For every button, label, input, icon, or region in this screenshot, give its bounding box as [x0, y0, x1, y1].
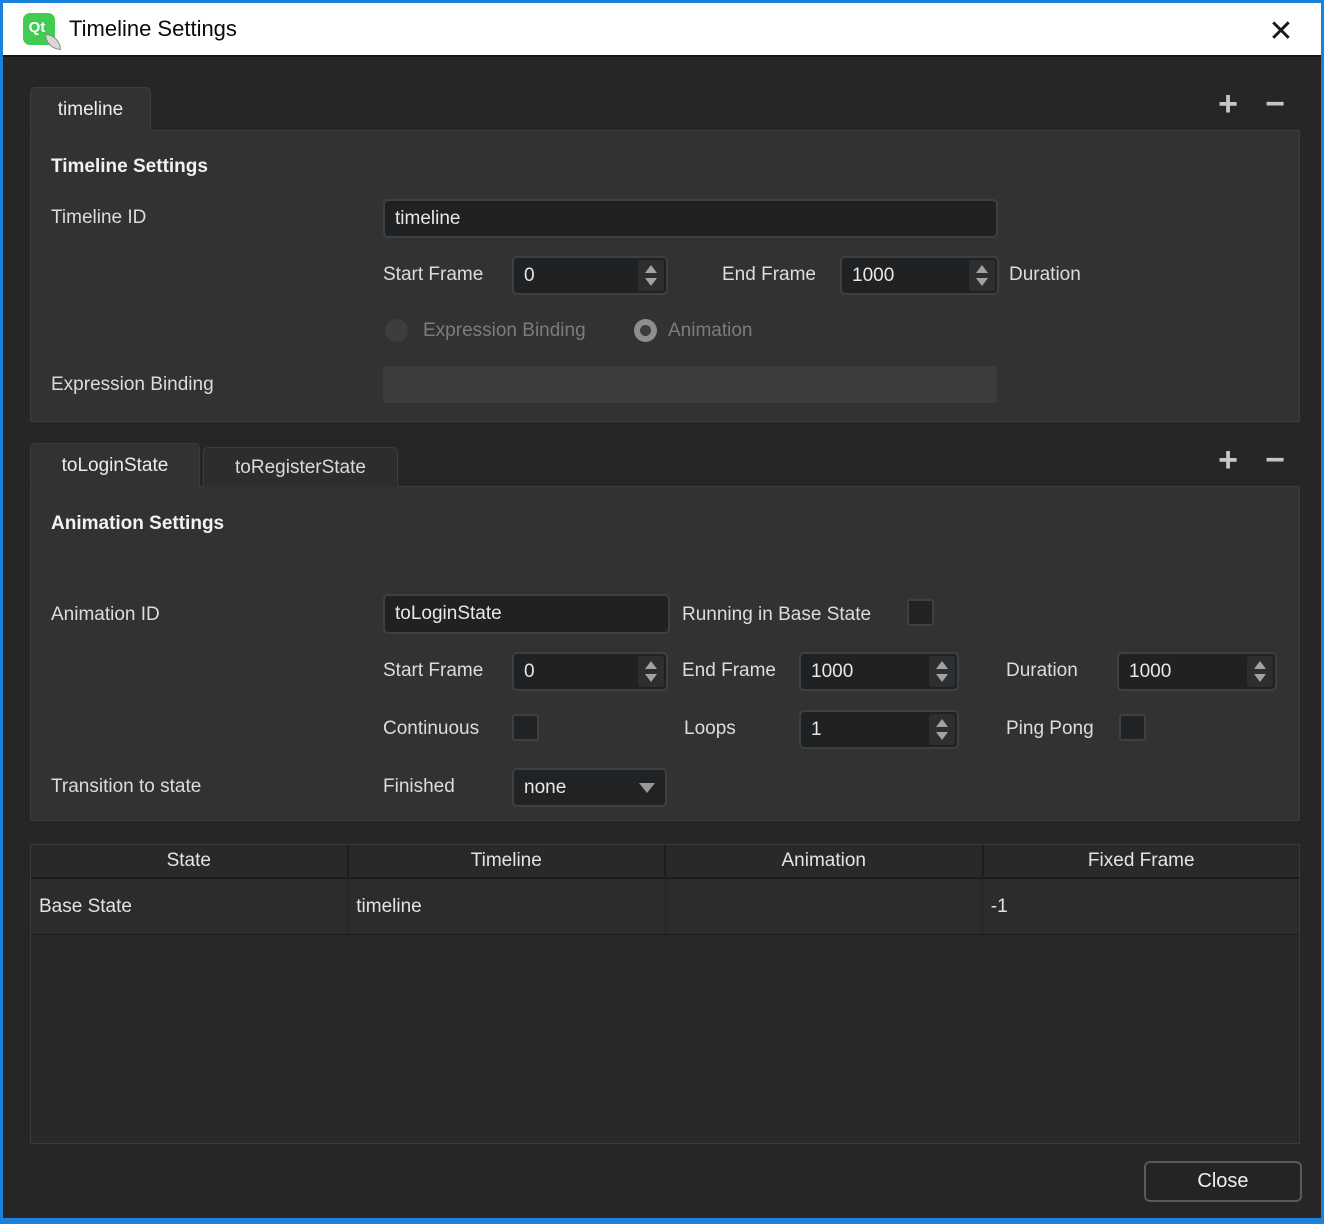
- loops-value: 1: [801, 712, 927, 747]
- spin-up-icon[interactable]: [936, 719, 948, 727]
- animation-settings-panel: Animation Settings Animation ID Running …: [30, 486, 1300, 821]
- animation-id-label: Animation ID: [51, 604, 160, 626]
- loops-spinbox[interactable]: 1: [799, 710, 959, 749]
- spin-down-icon[interactable]: [645, 674, 657, 682]
- expression-binding-label: Expression Binding: [51, 374, 214, 396]
- close-button[interactable]: Close: [1144, 1161, 1302, 1202]
- cell-animation[interactable]: [666, 879, 983, 934]
- start-frame-spinbox[interactable]: 0: [512, 256, 668, 295]
- spin-down-icon[interactable]: [976, 278, 988, 286]
- timeline-settings-heading: Timeline Settings: [51, 156, 208, 178]
- anim-start-frame-label: Start Frame: [383, 660, 483, 682]
- qt-logo-text: Qt: [29, 19, 46, 36]
- cell-state[interactable]: Base State: [31, 879, 348, 934]
- column-header-fixed-frame[interactable]: Fixed Frame: [984, 845, 1300, 877]
- animation-remove-button[interactable]: −: [1253, 441, 1297, 481]
- animation-id-input[interactable]: [383, 594, 670, 634]
- spin-down-icon[interactable]: [936, 674, 948, 682]
- anim-duration-spin-buttons[interactable]: [1247, 656, 1273, 687]
- spin-down-icon[interactable]: [645, 278, 657, 286]
- cell-timeline[interactable]: timeline: [348, 879, 665, 934]
- end-frame-spinbox[interactable]: 1000: [840, 256, 999, 295]
- anim-start-frame-value: 0: [514, 654, 636, 689]
- finished-dropdown[interactable]: none: [512, 768, 667, 807]
- window-close-icon[interactable]: ✕: [1261, 11, 1301, 51]
- loops-label: Loops: [684, 718, 736, 740]
- qt-leaf-icon: [45, 34, 61, 50]
- anim-end-frame-spin-buttons[interactable]: [929, 656, 955, 687]
- table-row[interactable]: Base State timeline -1: [31, 879, 1299, 935]
- start-frame-spin-buttons[interactable]: [638, 260, 664, 291]
- animation-radio[interactable]: [634, 319, 657, 342]
- finished-dropdown-value: none: [514, 777, 639, 799]
- tab-timeline[interactable]: timeline: [30, 87, 151, 131]
- state-table: State Timeline Animation Fixed Frame Bas…: [30, 844, 1300, 1144]
- column-header-state[interactable]: State: [31, 845, 349, 877]
- timeline-remove-button[interactable]: −: [1253, 85, 1297, 125]
- continuous-label: Continuous: [383, 718, 479, 740]
- running-in-base-state-checkbox[interactable]: [907, 599, 934, 626]
- anim-duration-label: Duration: [1006, 660, 1078, 682]
- duration-label: Duration: [1009, 264, 1081, 286]
- title-bar: Qt Timeline Settings ✕: [3, 3, 1321, 57]
- qt-design-studio-icon: Qt: [23, 13, 55, 45]
- cell-fixed-frame[interactable]: -1: [983, 879, 1299, 934]
- animation-radio-label: Animation: [668, 320, 753, 342]
- ping-pong-label: Ping Pong: [1006, 718, 1094, 740]
- state-table-header: State Timeline Animation Fixed Frame: [31, 845, 1299, 879]
- tab-tologinstate-label: toLoginState: [62, 455, 169, 477]
- end-frame-spin-buttons[interactable]: [969, 260, 995, 291]
- spin-down-icon[interactable]: [1254, 674, 1266, 682]
- anim-end-frame-value: 1000: [801, 654, 927, 689]
- anim-duration-value: 1000: [1119, 654, 1245, 689]
- chevron-down-icon: [639, 783, 655, 793]
- running-in-base-state-label: Running in Base State: [682, 604, 871, 626]
- start-frame-value: 0: [514, 258, 636, 293]
- anim-end-frame-spinbox[interactable]: 1000: [799, 652, 959, 691]
- spin-up-icon[interactable]: [645, 661, 657, 669]
- spin-up-icon[interactable]: [936, 661, 948, 669]
- column-header-animation[interactable]: Animation: [666, 845, 984, 877]
- start-frame-label: Start Frame: [383, 264, 483, 286]
- timeline-id-input[interactable]: [383, 199, 998, 238]
- timeline-settings-dialog: Qt Timeline Settings ✕ timeline + − Time…: [0, 0, 1324, 1224]
- anim-end-frame-label: End Frame: [682, 660, 776, 682]
- expression-binding-radio[interactable]: [385, 319, 408, 342]
- spin-down-icon[interactable]: [936, 732, 948, 740]
- end-frame-value: 1000: [842, 258, 967, 293]
- finished-label: Finished: [383, 776, 455, 798]
- anim-start-frame-spinbox[interactable]: 0: [512, 652, 668, 691]
- loops-spin-buttons[interactable]: [929, 714, 955, 745]
- column-header-timeline[interactable]: Timeline: [349, 845, 667, 877]
- spin-up-icon[interactable]: [1254, 661, 1266, 669]
- expression-binding-input[interactable]: [383, 366, 997, 403]
- continuous-checkbox[interactable]: [512, 714, 539, 741]
- animation-add-button[interactable]: +: [1206, 441, 1250, 481]
- spin-up-icon[interactable]: [645, 265, 657, 273]
- timeline-add-button[interactable]: +: [1206, 85, 1250, 125]
- anim-duration-spinbox[interactable]: 1000: [1117, 652, 1277, 691]
- timeline-id-label: Timeline ID: [51, 207, 146, 229]
- ping-pong-checkbox[interactable]: [1119, 714, 1146, 741]
- end-frame-label: End Frame: [722, 264, 816, 286]
- spin-up-icon[interactable]: [976, 265, 988, 273]
- tab-toregisterstate-label: toRegisterState: [235, 457, 366, 479]
- anim-start-frame-spin-buttons[interactable]: [638, 656, 664, 687]
- animation-settings-heading: Animation Settings: [51, 513, 224, 535]
- tab-toregisterstate[interactable]: toRegisterState: [203, 447, 398, 487]
- expression-binding-radio-label: Expression Binding: [423, 320, 586, 342]
- timeline-settings-panel: Timeline Settings Timeline ID Start Fram…: [30, 130, 1300, 422]
- transition-to-state-label: Transition to state: [51, 776, 201, 798]
- window-title: Timeline Settings: [69, 16, 237, 42]
- tab-tologinstate[interactable]: toLoginState: [30, 443, 200, 487]
- tab-timeline-label: timeline: [58, 99, 123, 121]
